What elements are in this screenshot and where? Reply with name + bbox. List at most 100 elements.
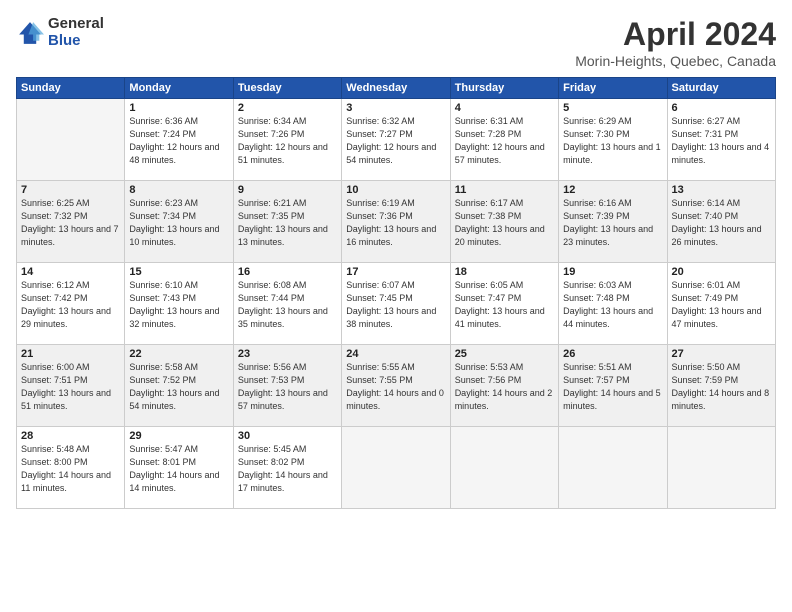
- day-number: 14: [21, 266, 120, 278]
- table-row: 14Sunrise: 6:12 AMSunset: 7:42 PMDayligh…: [17, 263, 125, 345]
- day-info: Sunrise: 6:23 AMSunset: 7:34 PMDaylight:…: [129, 197, 228, 249]
- day-info: Sunrise: 6:08 AMSunset: 7:44 PMDaylight:…: [238, 279, 337, 331]
- calendar-week-row: 1Sunrise: 6:36 AMSunset: 7:24 PMDaylight…: [17, 99, 776, 181]
- day-number: 11: [455, 184, 554, 196]
- day-info: Sunrise: 6:01 AMSunset: 7:49 PMDaylight:…: [672, 279, 771, 331]
- day-info: Sunrise: 6:27 AMSunset: 7:31 PMDaylight:…: [672, 115, 771, 167]
- table-row: 21Sunrise: 6:00 AMSunset: 7:51 PMDayligh…: [17, 345, 125, 427]
- day-number: 26: [563, 348, 662, 360]
- col-wednesday: Wednesday: [342, 78, 450, 99]
- header: General Blue April 2024 Morin-Heights, Q…: [16, 16, 776, 69]
- title-block: April 2024 Morin-Heights, Quebec, Canada: [575, 16, 776, 69]
- calendar-week-row: 14Sunrise: 6:12 AMSunset: 7:42 PMDayligh…: [17, 263, 776, 345]
- table-row: [450, 427, 558, 509]
- day-number: 10: [346, 184, 445, 196]
- page: General Blue April 2024 Morin-Heights, Q…: [0, 0, 792, 612]
- logo: General Blue: [16, 16, 104, 49]
- table-row: [667, 427, 775, 509]
- day-info: Sunrise: 5:51 AMSunset: 7:57 PMDaylight:…: [563, 361, 662, 413]
- day-info: Sunrise: 6:34 AMSunset: 7:26 PMDaylight:…: [238, 115, 337, 167]
- day-number: 29: [129, 430, 228, 442]
- table-row: 2Sunrise: 6:34 AMSunset: 7:26 PMDaylight…: [233, 99, 341, 181]
- day-number: 30: [238, 430, 337, 442]
- day-number: 17: [346, 266, 445, 278]
- day-info: Sunrise: 5:58 AMSunset: 7:52 PMDaylight:…: [129, 361, 228, 413]
- day-number: 20: [672, 266, 771, 278]
- day-info: Sunrise: 5:45 AMSunset: 8:02 PMDaylight:…: [238, 443, 337, 495]
- table-row: 3Sunrise: 6:32 AMSunset: 7:27 PMDaylight…: [342, 99, 450, 181]
- day-number: 8: [129, 184, 228, 196]
- day-number: 13: [672, 184, 771, 196]
- day-number: 4: [455, 102, 554, 114]
- table-row: 9Sunrise: 6:21 AMSunset: 7:35 PMDaylight…: [233, 181, 341, 263]
- table-row: 27Sunrise: 5:50 AMSunset: 7:59 PMDayligh…: [667, 345, 775, 427]
- calendar-week-row: 7Sunrise: 6:25 AMSunset: 7:32 PMDaylight…: [17, 181, 776, 263]
- day-info: Sunrise: 6:12 AMSunset: 7:42 PMDaylight:…: [21, 279, 120, 331]
- table-row: 17Sunrise: 6:07 AMSunset: 7:45 PMDayligh…: [342, 263, 450, 345]
- col-saturday: Saturday: [667, 78, 775, 99]
- table-row: 22Sunrise: 5:58 AMSunset: 7:52 PMDayligh…: [125, 345, 233, 427]
- day-number: 18: [455, 266, 554, 278]
- day-number: 21: [21, 348, 120, 360]
- day-number: 1: [129, 102, 228, 114]
- table-row: 11Sunrise: 6:17 AMSunset: 7:38 PMDayligh…: [450, 181, 558, 263]
- day-number: 23: [238, 348, 337, 360]
- table-row: 30Sunrise: 5:45 AMSunset: 8:02 PMDayligh…: [233, 427, 341, 509]
- day-info: Sunrise: 6:16 AMSunset: 7:39 PMDaylight:…: [563, 197, 662, 249]
- day-info: Sunrise: 6:00 AMSunset: 7:51 PMDaylight:…: [21, 361, 120, 413]
- day-number: 3: [346, 102, 445, 114]
- table-row: 24Sunrise: 5:55 AMSunset: 7:55 PMDayligh…: [342, 345, 450, 427]
- table-row: 15Sunrise: 6:10 AMSunset: 7:43 PMDayligh…: [125, 263, 233, 345]
- day-info: Sunrise: 6:03 AMSunset: 7:48 PMDaylight:…: [563, 279, 662, 331]
- day-number: 5: [563, 102, 662, 114]
- day-info: Sunrise: 6:07 AMSunset: 7:45 PMDaylight:…: [346, 279, 445, 331]
- day-number: 2: [238, 102, 337, 114]
- table-row: 1Sunrise: 6:36 AMSunset: 7:24 PMDaylight…: [125, 99, 233, 181]
- day-info: Sunrise: 5:53 AMSunset: 7:56 PMDaylight:…: [455, 361, 554, 413]
- day-info: Sunrise: 6:21 AMSunset: 7:35 PMDaylight:…: [238, 197, 337, 249]
- day-number: 22: [129, 348, 228, 360]
- day-info: Sunrise: 6:14 AMSunset: 7:40 PMDaylight:…: [672, 197, 771, 249]
- table-row: 12Sunrise: 6:16 AMSunset: 7:39 PMDayligh…: [559, 181, 667, 263]
- day-info: Sunrise: 6:29 AMSunset: 7:30 PMDaylight:…: [563, 115, 662, 167]
- col-tuesday: Tuesday: [233, 78, 341, 99]
- day-number: 25: [455, 348, 554, 360]
- day-info: Sunrise: 5:55 AMSunset: 7:55 PMDaylight:…: [346, 361, 445, 413]
- calendar-week-row: 28Sunrise: 5:48 AMSunset: 8:00 PMDayligh…: [17, 427, 776, 509]
- day-info: Sunrise: 6:31 AMSunset: 7:28 PMDaylight:…: [455, 115, 554, 167]
- day-info: Sunrise: 6:36 AMSunset: 7:24 PMDaylight:…: [129, 115, 228, 167]
- day-number: 6: [672, 102, 771, 114]
- col-thursday: Thursday: [450, 78, 558, 99]
- day-number: 16: [238, 266, 337, 278]
- day-number: 12: [563, 184, 662, 196]
- day-number: 9: [238, 184, 337, 196]
- table-row: 19Sunrise: 6:03 AMSunset: 7:48 PMDayligh…: [559, 263, 667, 345]
- logo-general-text: General: [48, 16, 104, 33]
- table-row: 25Sunrise: 5:53 AMSunset: 7:56 PMDayligh…: [450, 345, 558, 427]
- table-row: 8Sunrise: 6:23 AMSunset: 7:34 PMDaylight…: [125, 181, 233, 263]
- table-row: [559, 427, 667, 509]
- day-info: Sunrise: 5:50 AMSunset: 7:59 PMDaylight:…: [672, 361, 771, 413]
- table-row: 16Sunrise: 6:08 AMSunset: 7:44 PMDayligh…: [233, 263, 341, 345]
- table-row: 10Sunrise: 6:19 AMSunset: 7:36 PMDayligh…: [342, 181, 450, 263]
- day-info: Sunrise: 6:32 AMSunset: 7:27 PMDaylight:…: [346, 115, 445, 167]
- day-number: 27: [672, 348, 771, 360]
- table-row: 5Sunrise: 6:29 AMSunset: 7:30 PMDaylight…: [559, 99, 667, 181]
- table-row: 6Sunrise: 6:27 AMSunset: 7:31 PMDaylight…: [667, 99, 775, 181]
- table-row: 20Sunrise: 6:01 AMSunset: 7:49 PMDayligh…: [667, 263, 775, 345]
- day-info: Sunrise: 6:17 AMSunset: 7:38 PMDaylight:…: [455, 197, 554, 249]
- day-info: Sunrise: 6:19 AMSunset: 7:36 PMDaylight:…: [346, 197, 445, 249]
- day-info: Sunrise: 5:48 AMSunset: 8:00 PMDaylight:…: [21, 443, 120, 495]
- day-number: 15: [129, 266, 228, 278]
- day-number: 7: [21, 184, 120, 196]
- day-number: 28: [21, 430, 120, 442]
- table-row: 29Sunrise: 5:47 AMSunset: 8:01 PMDayligh…: [125, 427, 233, 509]
- calendar-week-row: 21Sunrise: 6:00 AMSunset: 7:51 PMDayligh…: [17, 345, 776, 427]
- table-row: 28Sunrise: 5:48 AMSunset: 8:00 PMDayligh…: [17, 427, 125, 509]
- col-friday: Friday: [559, 78, 667, 99]
- calendar: Sunday Monday Tuesday Wednesday Thursday…: [16, 77, 776, 509]
- table-row: 4Sunrise: 6:31 AMSunset: 7:28 PMDaylight…: [450, 99, 558, 181]
- table-row: [17, 99, 125, 181]
- logo-text: General Blue: [48, 16, 104, 49]
- month-title: April 2024: [575, 16, 776, 53]
